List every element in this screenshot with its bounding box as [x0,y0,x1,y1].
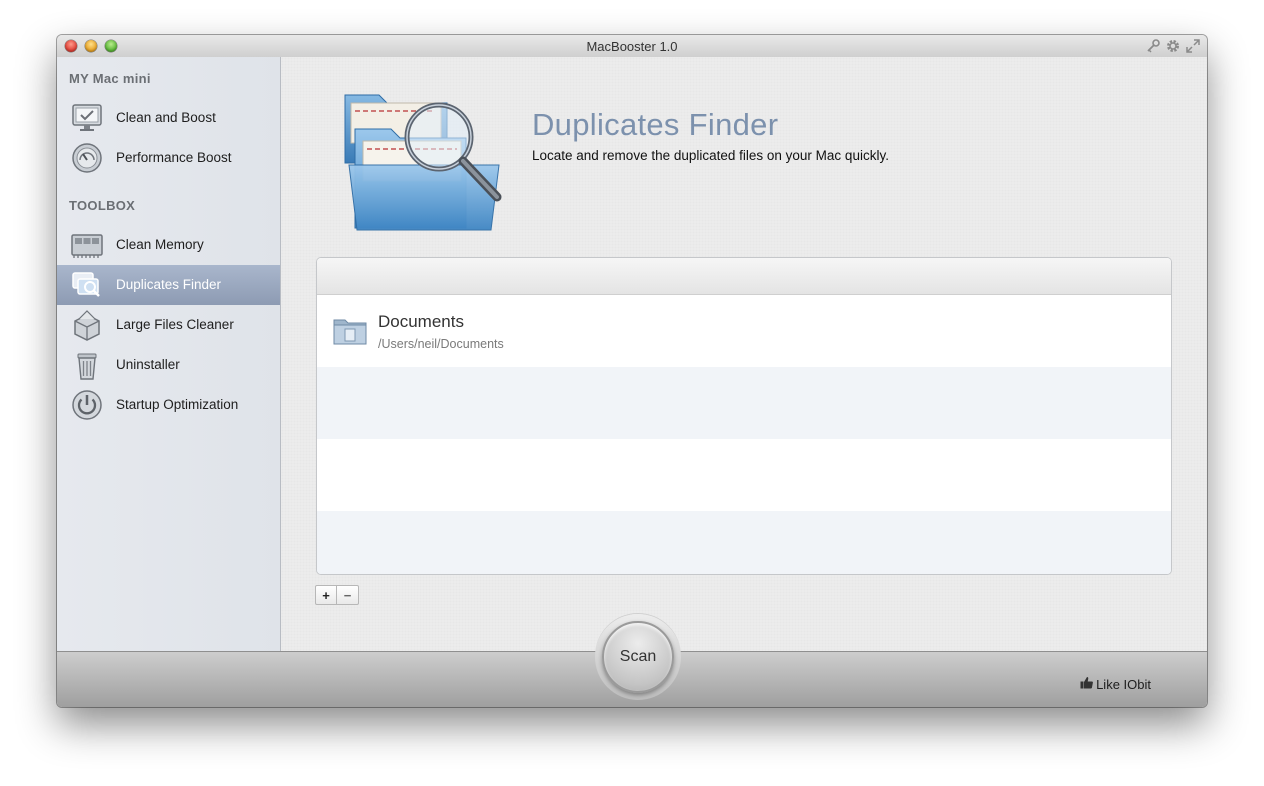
bottom-bar: Scan Like IObit [57,614,1207,707]
page-title: Duplicates Finder [532,107,779,142]
app-window: MacBooster 1.0 MY Mac mini Clean and Boo… [57,35,1207,707]
list-item-empty [317,511,1171,574]
sidebar-item-label: Large Files Cleaner [116,317,234,332]
list-item-empty [317,367,1171,439]
add-folder-button[interactable]: + [315,585,337,605]
folder-name: Documents [378,312,464,331]
folder-list[interactable]: Documents /Users/neil/Documents [316,257,1172,575]
sidebar-item-duplicates-finder[interactable]: Duplicates Finder [57,265,280,305]
folders-magnifier-icon [337,85,507,235]
sidebar-item-label: Duplicates Finder [116,277,222,292]
speedometer-icon [71,142,103,174]
thumbs-up-icon [1080,676,1093,692]
memory-chip-icon [71,229,103,261]
monitor-check-icon [71,102,103,134]
main-panel: Duplicates Finder Locate and remove the … [281,57,1207,651]
sidebar-item-clean-and-boost[interactable]: Clean and Boost [57,98,280,138]
page-subtitle: Locate and remove the duplicated files o… [532,148,889,163]
sidebar-item-label: Startup Optimization [116,397,239,412]
sidebar: MY Mac mini Clean and Boost Performance … [57,57,281,651]
folder-icon [333,317,367,345]
key-icon[interactable] [1145,38,1161,54]
power-icon [71,389,103,421]
duplicates-icon [71,269,103,301]
sidebar-item-startup-optimization[interactable]: Startup Optimization [57,385,280,425]
scan-button[interactable]: Scan [602,621,674,693]
sidebar-heading-toolbox: TOOLBOX [69,198,136,213]
remove-folder-button[interactable]: − [337,585,359,605]
sidebar-item-performance-boost[interactable]: Performance Boost [57,138,280,178]
sidebar-item-clean-memory[interactable]: Clean Memory [57,225,280,265]
sidebar-heading-mymac: MY Mac mini [69,71,151,86]
sidebar-item-label: Performance Boost [116,150,232,165]
gear-icon[interactable] [1165,38,1181,54]
folder-path: /Users/neil/Documents [378,337,504,351]
sidebar-item-label: Clean and Boost [116,110,216,125]
like-label: Like IObit [1096,676,1151,692]
title-bar: MacBooster 1.0 [57,35,1207,58]
list-item[interactable]: Documents /Users/neil/Documents [317,295,1171,367]
sidebar-item-label: Clean Memory [116,237,204,252]
window-title: MacBooster 1.0 [586,39,678,54]
box-icon [71,309,103,341]
list-item-empty [317,439,1171,511]
like-iobit-link[interactable]: Like IObit [1080,676,1151,692]
list-header [317,258,1171,295]
sidebar-item-label: Uninstaller [116,357,180,372]
trash-icon [71,349,103,381]
sidebar-item-uninstaller[interactable]: Uninstaller [57,345,280,385]
fullscreen-icon[interactable] [1185,38,1201,54]
sidebar-item-large-files-cleaner[interactable]: Large Files Cleaner [57,305,280,345]
